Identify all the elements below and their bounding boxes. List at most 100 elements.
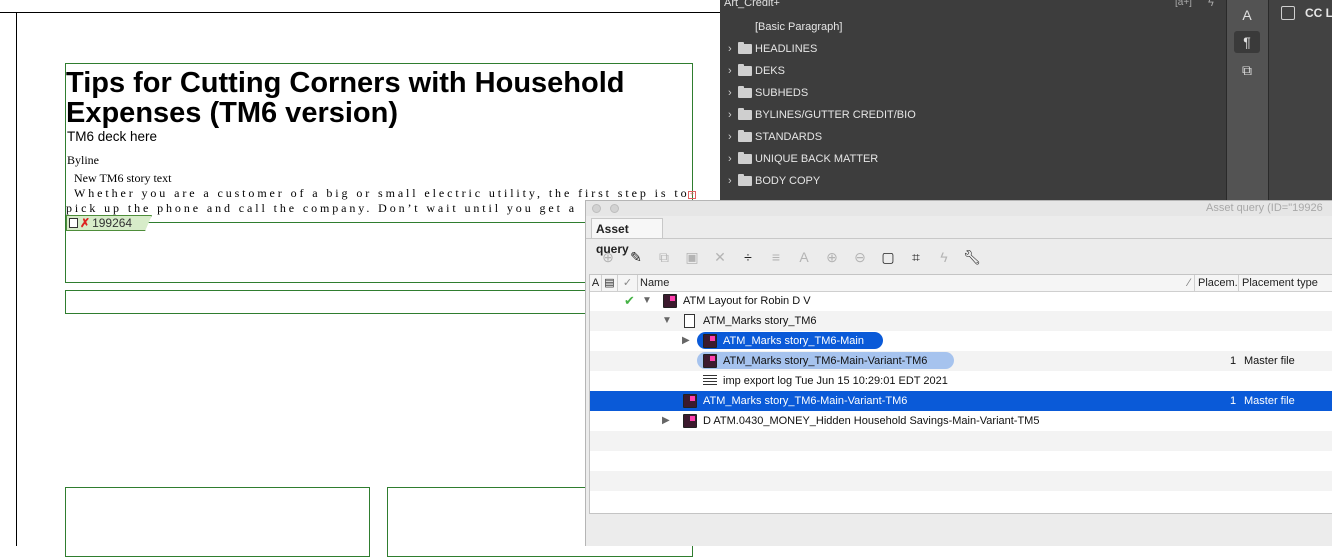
expand-down-icon[interactable]: ▼ bbox=[662, 311, 672, 331]
placement-type: Master file bbox=[1244, 355, 1295, 367]
lightning-icon[interactable]: ϟ bbox=[934, 248, 954, 266]
save-icon[interactable]: ▣ bbox=[682, 248, 702, 266]
place-icon[interactable]: ⌗ bbox=[906, 248, 926, 266]
deck-text[interactable]: TM6 deck here bbox=[67, 129, 157, 144]
text-column-icon[interactable]: A bbox=[590, 275, 602, 291]
column-label: Name bbox=[640, 277, 670, 289]
table-row[interactable]: ▶ ATM_Marks story_TM6-Main bbox=[590, 331, 1332, 351]
minimize-window-button[interactable] bbox=[610, 204, 619, 213]
story-id: 199264 bbox=[92, 216, 133, 230]
chevron-right-icon[interactable]: › bbox=[728, 109, 736, 121]
empty-row bbox=[590, 471, 1332, 491]
window-title: Asset query (ID="19926 bbox=[1206, 202, 1323, 214]
table-header: A ▤ ✓ Name ⁄ Placem. Placement type bbox=[590, 275, 1332, 292]
cc-libraries-icon[interactable] bbox=[1281, 6, 1295, 20]
style-group-label: SUBHEDS bbox=[755, 87, 809, 99]
overset-text-icon[interactable]: + bbox=[688, 191, 696, 199]
chevron-right-icon[interactable]: › bbox=[728, 175, 736, 187]
folder-icon bbox=[738, 108, 752, 120]
character-styles-icon[interactable]: A bbox=[1234, 4, 1260, 26]
style-item-basic-paragraph[interactable]: [Basic Paragraph] bbox=[720, 16, 1226, 38]
folder-icon bbox=[738, 174, 752, 186]
body-text-line[interactable]: pick up the phone and call the company. … bbox=[66, 201, 577, 216]
table-row[interactable]: ▶ D ATM.0430_MONEY_Hidden Household Savi… bbox=[590, 411, 1332, 431]
lightning-icon[interactable]: ϟ bbox=[1208, 0, 1214, 9]
style-group-item[interactable]: › BODY COPY bbox=[720, 170, 1226, 192]
style-group-item[interactable]: › BYLINES/GUTTER CREDIT/BIO bbox=[720, 104, 1226, 126]
panel-title: Art_Credit+ bbox=[724, 0, 780, 9]
text-icon[interactable]: A bbox=[794, 248, 814, 266]
expand-right-icon[interactable]: ▶ bbox=[662, 411, 672, 431]
table-row[interactable]: ✔ ▼ ATM Layout for Robin D V bbox=[590, 291, 1332, 311]
style-group-item[interactable]: › UNIQUE BACK MATTER bbox=[720, 148, 1226, 170]
folder-icon bbox=[738, 42, 752, 54]
plus-circle-icon[interactable]: ⊕ bbox=[822, 248, 842, 266]
layout-column-icon[interactable]: ▤ bbox=[602, 275, 618, 291]
byline-text[interactable]: Byline bbox=[67, 153, 99, 168]
style-group-item[interactable]: › DEKS bbox=[720, 60, 1226, 82]
story-id-tag[interactable]: ✗ 199264 bbox=[66, 215, 152, 231]
chevron-right-icon[interactable]: › bbox=[728, 43, 736, 55]
body-text-line[interactable]: Whether you are a customer of a big or s… bbox=[74, 186, 689, 201]
table-row[interactable]: ATM_Marks story_TM6-Main-Variant-TM6 1 M… bbox=[590, 351, 1332, 371]
row-name: ATM Layout for Robin D V bbox=[683, 295, 811, 307]
panel-icon-strip: A ¶ ⧉ bbox=[1226, 0, 1269, 200]
chevron-right-icon[interactable]: › bbox=[728, 131, 736, 143]
story-text[interactable]: New TM6 story text bbox=[74, 171, 171, 186]
paragraph-styles-icon[interactable]: ¶ bbox=[1234, 31, 1260, 53]
style-group-item[interactable]: › HEADLINES bbox=[720, 38, 1226, 60]
frame-icon[interactable]: ▢ bbox=[878, 248, 898, 266]
style-override-badge[interactable]: [a+] bbox=[1175, 0, 1192, 8]
expand-right-icon[interactable]: ▶ bbox=[682, 331, 692, 351]
object-styles-icon[interactable]: ⧉ bbox=[1234, 59, 1260, 81]
wrench-icon[interactable]: 🔧︎ bbox=[962, 248, 982, 266]
status-bar bbox=[589, 514, 1332, 540]
unlink-icon: ✗ bbox=[80, 216, 91, 230]
chevron-right-icon[interactable]: › bbox=[728, 65, 736, 77]
placement-count: 1 bbox=[1230, 355, 1237, 367]
style-label: [Basic Paragraph] bbox=[755, 21, 843, 33]
copy-icon[interactable]: ⧉ bbox=[654, 248, 674, 266]
row-name: ATM_Marks story_TM6-Main-Variant-TM6 bbox=[723, 355, 928, 367]
log-icon bbox=[703, 375, 717, 387]
asset-query-toolbar: ⊕ ✎ ⧉ ▣ ✕ ÷ ≡ A ⊕ ⊖ ▢ ⌗ ϟ 🔧︎ bbox=[586, 238, 1332, 275]
table-row[interactable]: ATM_Marks story_TM6-Main-Variant-TM6 1 M… bbox=[590, 391, 1332, 411]
minus-circle-icon[interactable]: ⊖ bbox=[850, 248, 870, 266]
folder-icon bbox=[738, 152, 752, 164]
column-header-placements[interactable]: Placem. bbox=[1195, 275, 1239, 291]
style-group-item[interactable]: › STANDARDS bbox=[720, 126, 1226, 148]
style-group-label: UNIQUE BACK MATTER bbox=[755, 153, 879, 165]
checkmark-icon: ✔ bbox=[624, 293, 635, 308]
expand-down-icon[interactable]: ▼ bbox=[642, 291, 652, 311]
empty-row bbox=[590, 431, 1332, 451]
style-group-item[interactable]: › SUBHEDS bbox=[720, 82, 1226, 104]
style-group-label: BYLINES/GUTTER CREDIT/BIO bbox=[755, 109, 916, 121]
add-icon[interactable]: ⊕ bbox=[598, 248, 618, 266]
list-icon[interactable]: ≡ bbox=[766, 248, 786, 266]
headline-text[interactable]: Tips for Cutting Corners with Household … bbox=[66, 68, 706, 128]
column-header-name[interactable]: Name ⁄ bbox=[638, 275, 1195, 291]
tab-asset-query[interactable]: Asset query bbox=[591, 218, 663, 256]
close-window-button[interactable] bbox=[592, 204, 601, 213]
cc-libraries-tab[interactable]: CC L bbox=[1305, 6, 1332, 20]
story-icon bbox=[69, 218, 78, 228]
window-title-bar[interactable]: Asset query (ID="19926 bbox=[586, 201, 1332, 216]
table-row[interactable]: ▼ ATM_Marks story_TM6 bbox=[590, 311, 1332, 331]
empty-row bbox=[590, 451, 1332, 471]
divide-icon[interactable]: ÷ bbox=[738, 248, 758, 266]
row-name: ATM_Marks story_TM6-Main bbox=[723, 335, 864, 347]
placement-count: 1 bbox=[1230, 395, 1237, 407]
style-group-label: STANDARDS bbox=[755, 131, 823, 143]
check-column-icon[interactable]: ✓ bbox=[618, 275, 638, 291]
folder-icon bbox=[738, 64, 752, 76]
empty-row bbox=[590, 491, 1332, 513]
table-row[interactable]: imp export log Tue Jun 15 10:29:01 EDT 2… bbox=[590, 371, 1332, 391]
chevron-right-icon[interactable]: › bbox=[728, 87, 736, 99]
incopy-file-icon bbox=[683, 394, 697, 408]
text-frame[interactable] bbox=[65, 487, 370, 557]
pencil-icon[interactable]: ✎ bbox=[626, 248, 646, 266]
asset-query-window: Asset query (ID="19926 Asset query ⊕ ✎ ⧉… bbox=[585, 200, 1332, 546]
column-header-placement-type[interactable]: Placement type bbox=[1239, 275, 1332, 291]
delete-icon[interactable]: ✕ bbox=[710, 248, 730, 266]
chevron-right-icon[interactable]: › bbox=[728, 153, 736, 165]
